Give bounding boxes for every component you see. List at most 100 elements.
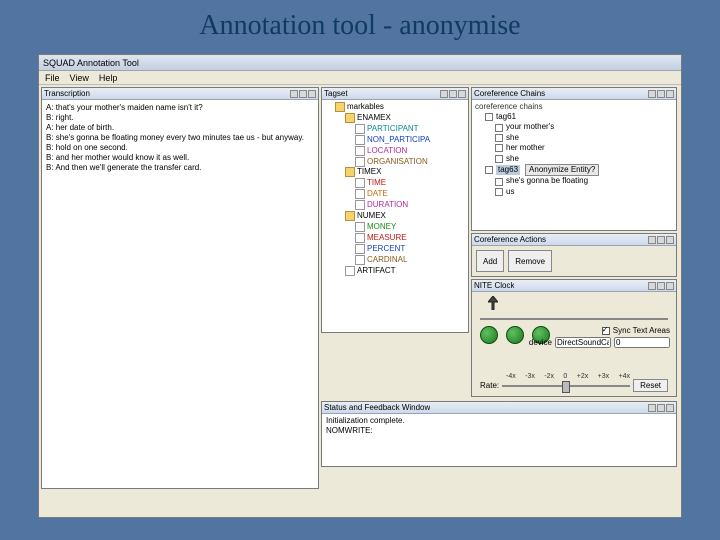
clock-panel: NITE Clock Sync Text Areas device -4x -3… <box>471 279 677 397</box>
close-icon[interactable] <box>666 282 674 290</box>
play-button[interactable] <box>480 326 498 344</box>
tagset-panel: Tagset markables ENAMEX PARTICIPANT NON_… <box>321 87 469 333</box>
chain-item[interactable]: she <box>495 133 673 143</box>
panel-title: Transcription <box>44 89 90 98</box>
clock-body: Sync Text Areas device -4x -3x -2x 0 +2x… <box>472 292 676 396</box>
close-icon[interactable] <box>308 90 316 98</box>
device-num-field[interactable] <box>614 337 670 348</box>
checkbox-icon[interactable] <box>495 124 503 132</box>
min-icon[interactable] <box>648 90 656 98</box>
chain-item[interactable]: us <box>495 187 673 197</box>
checkbox-icon[interactable] <box>495 188 503 196</box>
tree-item[interactable]: PERCENT <box>355 244 465 255</box>
panel-title: NITE Clock <box>474 281 514 290</box>
application-window: SQUAD Annotation Tool File View Help Tra… <box>38 54 682 518</box>
tree-item[interactable]: ORGANISATION <box>355 157 465 168</box>
menu-view[interactable]: View <box>70 73 89 83</box>
tree-item[interactable]: CARDINAL <box>355 255 465 266</box>
min-icon[interactable] <box>290 90 298 98</box>
tree-item[interactable]: MEASURE <box>355 233 465 244</box>
status-line: NOMWRITE: <box>326 426 672 436</box>
tree-item[interactable]: DURATION <box>355 200 465 211</box>
max-icon[interactable] <box>657 236 665 244</box>
tree-item[interactable]: PARTICIPANT <box>355 124 465 135</box>
close-icon[interactable] <box>666 404 674 412</box>
panel-header: NITE Clock <box>472 280 676 292</box>
tree-item[interactable]: TIME <box>355 178 465 189</box>
chain-group[interactable]: tag63Anonymize Entity? <box>485 164 673 176</box>
panel-title: Status and Feedback Window <box>324 403 430 412</box>
timeline-track[interactable] <box>480 318 668 320</box>
clock-options: Sync Text Areas device <box>529 326 670 350</box>
checkbox-icon[interactable] <box>495 178 503 186</box>
transcript-line[interactable]: B: right. <box>46 113 314 123</box>
folder-icon <box>485 113 493 121</box>
min-icon[interactable] <box>648 404 656 412</box>
chain-item[interactable]: she <box>495 154 673 164</box>
transcript-line[interactable]: B: and her mother would know it as well. <box>46 153 314 163</box>
close-icon[interactable] <box>666 236 674 244</box>
tree-item[interactable]: NON_PARTICIPA <box>355 135 465 146</box>
chain-item[interactable]: your mother's <box>495 122 673 132</box>
workspace: Transcription A: that's your mother's ma… <box>39 85 681 517</box>
max-icon[interactable] <box>449 90 457 98</box>
tree-folder-timex[interactable]: TIMEX TIME DATE DURATION <box>345 167 465 211</box>
transcript-line[interactable]: B: And then we'll generate the transfer … <box>46 163 314 173</box>
min-icon[interactable] <box>648 282 656 290</box>
rate-slider[interactable] <box>502 385 630 387</box>
playhead-icon[interactable] <box>488 296 498 310</box>
transcript-line[interactable]: B: hold on one second. <box>46 143 314 153</box>
checkbox-icon[interactable] <box>495 134 503 142</box>
remove-button[interactable]: Remove <box>508 250 552 272</box>
reset-button[interactable]: Reset <box>633 379 668 392</box>
transcript-body: A: that's your mother's maiden name isn'… <box>42 100 318 176</box>
window-buttons <box>290 90 316 98</box>
sync-label: Sync Text Areas <box>613 326 670 335</box>
tagset-tree: markables ENAMEX PARTICIPANT NON_PARTICI… <box>322 100 468 279</box>
rewind-button[interactable] <box>506 326 524 344</box>
panel-title: Tagset <box>324 89 348 98</box>
menu-help[interactable]: Help <box>99 73 118 83</box>
menu-file[interactable]: File <box>45 73 60 83</box>
transcript-line[interactable]: A: her date of birth. <box>46 123 314 133</box>
tree-root[interactable]: markables ENAMEX PARTICIPANT NON_PARTICI… <box>335 102 465 277</box>
chain-group[interactable]: tag61 <box>485 112 673 122</box>
app-title: SQUAD Annotation Tool <box>43 58 139 68</box>
tree-item[interactable]: DATE <box>355 189 465 200</box>
tree-item[interactable]: MONEY <box>355 222 465 233</box>
checkbox-icon[interactable] <box>495 155 503 163</box>
panel-header: Transcription <box>42 88 318 100</box>
min-icon[interactable] <box>648 236 656 244</box>
transcript-line[interactable]: A: that's your mother's maiden name isn'… <box>46 103 314 113</box>
chains-header-text: coreference chains <box>475 102 673 111</box>
close-icon[interactable] <box>458 90 466 98</box>
device-label: device <box>529 338 552 347</box>
transcription-panel: Transcription A: that's your mother's ma… <box>41 87 319 489</box>
checkbox-icon[interactable] <box>495 144 503 152</box>
anonymise-badge[interactable]: Anonymize Entity? <box>525 164 599 176</box>
tree-folder-numex[interactable]: NUMEX MONEY MEASURE PERCENT CARDINAL <box>345 211 465 266</box>
panel-title: Coreference Chains <box>474 89 545 98</box>
panel-title: Coreference Actions <box>474 235 546 244</box>
tree-item-artifact[interactable]: ARTIFACT <box>345 266 465 277</box>
sync-checkbox[interactable] <box>602 327 610 335</box>
tree-item[interactable]: LOCATION <box>355 146 465 157</box>
chains-body: coreference chains tag61 your mother's s… <box>472 100 676 199</box>
chain-item[interactable]: her mother <box>495 143 673 153</box>
min-icon[interactable] <box>440 90 448 98</box>
max-icon[interactable] <box>657 404 665 412</box>
transcript-line[interactable]: B: she's gonna be floating money every t… <box>46 133 314 143</box>
chain-item[interactable]: she's gonna be floating <box>495 176 673 186</box>
add-button[interactable]: Add <box>476 250 504 272</box>
device-field[interactable] <box>555 337 611 348</box>
max-icon[interactable] <box>657 282 665 290</box>
tree-folder-enamex[interactable]: ENAMEX PARTICIPANT NON_PARTICIPA LOCATIO… <box>345 113 465 168</box>
close-icon[interactable] <box>666 90 674 98</box>
menubar: File View Help <box>39 71 681 85</box>
max-icon[interactable] <box>657 90 665 98</box>
folder-icon <box>485 166 493 174</box>
panel-header: Coreference Chains <box>472 88 676 100</box>
panel-header: Status and Feedback Window <box>322 402 676 414</box>
status-panel: Status and Feedback Window Initializatio… <box>321 401 677 467</box>
max-icon[interactable] <box>299 90 307 98</box>
